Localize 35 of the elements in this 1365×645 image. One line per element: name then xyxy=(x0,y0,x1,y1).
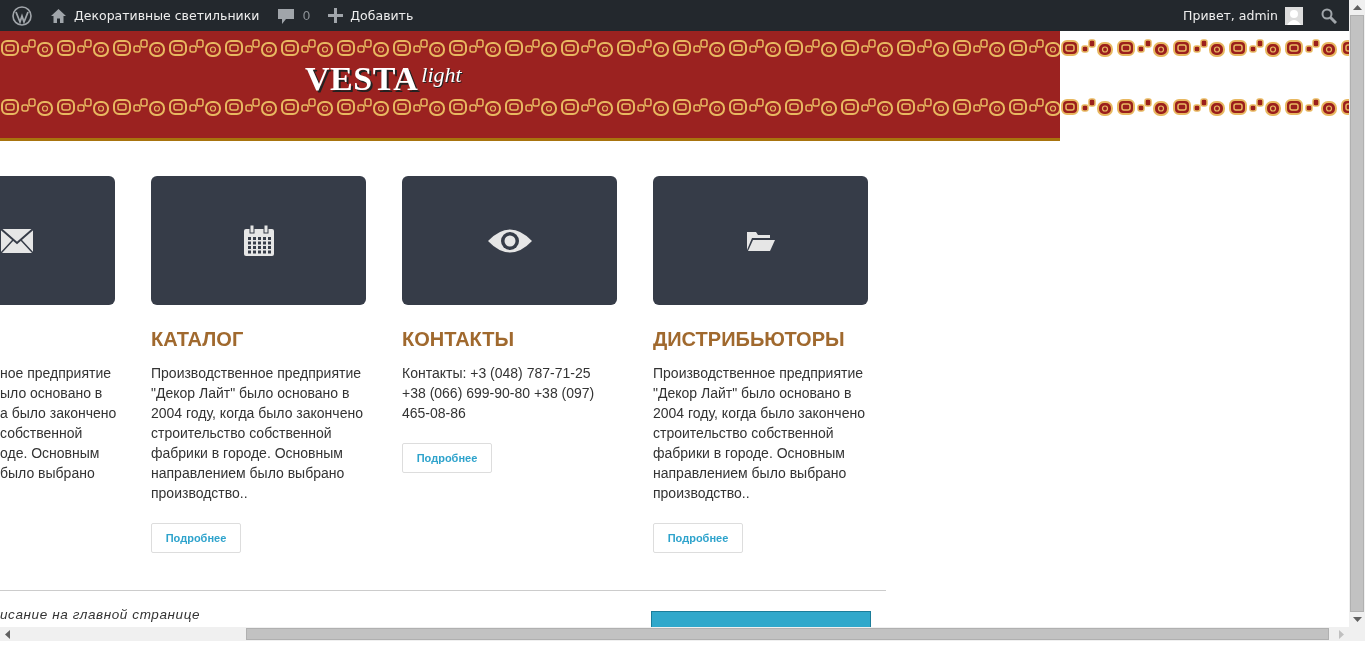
site-name-link[interactable]: Декоративные светильники xyxy=(50,7,260,24)
scroll-up-arrow-icon[interactable] xyxy=(1352,5,1362,10)
description-line: ное предприятие xyxy=(0,364,112,383)
horizontal-scrollbar[interactable] xyxy=(0,627,1349,641)
scroll-left-arrow-icon[interactable] xyxy=(5,629,10,639)
icon-tile[interactable] xyxy=(0,176,115,305)
envelope-icon xyxy=(0,227,34,254)
scroll-down-arrow-icon[interactable] xyxy=(1352,617,1362,622)
comments-link[interactable]: 0 xyxy=(277,6,311,25)
section-title: КОНТАКТЫ xyxy=(402,327,516,352)
icon-tile[interactable] xyxy=(151,176,366,305)
add-new-link[interactable]: Добавить xyxy=(328,8,414,23)
section-caption: исание на главной странице xyxy=(0,607,201,623)
plus-icon xyxy=(328,8,344,23)
section-title: ДИСТРИБЬЮТОРЫ xyxy=(653,327,846,352)
description-line: ыло основано в xyxy=(0,384,104,403)
description-line: а было закончено xyxy=(0,404,115,423)
speech-bubble-icon xyxy=(277,6,296,25)
search-icon[interactable] xyxy=(1321,7,1337,24)
description-line: было выбрано xyxy=(0,464,96,483)
calendar-icon xyxy=(241,223,276,258)
section-description: Производственное предприятие "Декор Лайт" было основано в 2004 году, когда было закончено строительство собственной фабрики в городе. Основным направлением было выбрано производство.. xyxy=(653,364,866,503)
avatar-icon xyxy=(1285,6,1303,25)
section-title: КАТАЛОГ xyxy=(151,327,245,352)
home-icon xyxy=(50,7,67,24)
description-line: оде. Основным xyxy=(0,444,101,463)
icon-tile[interactable] xyxy=(653,176,868,305)
section-description: Контакты: +3 (048) 787-71-25 +38 (066) 699-90-80 +38 (097) 465-08-86 xyxy=(402,364,596,423)
folder-icon xyxy=(745,229,776,252)
user-greeting-link[interactable]: Привет, admin xyxy=(1183,6,1303,25)
icon-tile[interactable] xyxy=(402,176,617,305)
vertical-scrollbar[interactable] xyxy=(1349,0,1365,627)
section-description: Производственное предприятие "Декор Лайт" было основано в 2004 году, когда было закончено строительство собственной фабрики в городе. Основным направлением было выбрано производство.. xyxy=(151,364,364,503)
wordpress-logo-icon[interactable] xyxy=(12,5,32,26)
description-line: собственной xyxy=(0,424,84,443)
